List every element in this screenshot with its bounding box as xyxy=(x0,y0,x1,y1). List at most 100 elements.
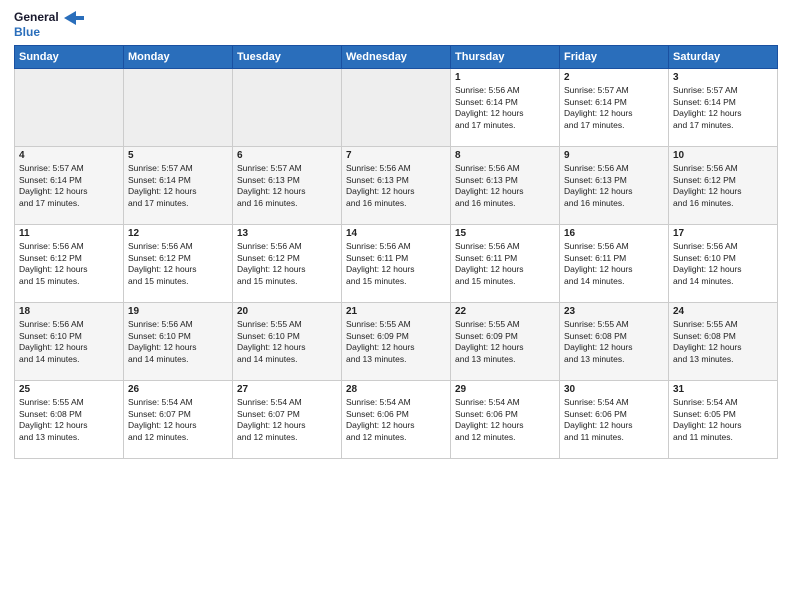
day-info-line: Sunrise: 5:55 AM xyxy=(564,319,664,330)
day-number: 16 xyxy=(564,228,664,239)
day-info-line: Sunset: 6:13 PM xyxy=(455,175,555,186)
day-info-line: Daylight: 12 hours xyxy=(19,186,119,197)
calendar-cell: 22Sunrise: 5:55 AMSunset: 6:09 PMDayligh… xyxy=(451,303,560,381)
day-info-line: and 13 minutes. xyxy=(19,432,119,443)
day-info-line: and 15 minutes. xyxy=(128,276,228,287)
day-info-line: Sunset: 6:07 PM xyxy=(237,409,337,420)
day-info-line: Daylight: 12 hours xyxy=(346,342,446,353)
day-number: 26 xyxy=(128,384,228,395)
day-info-line: and 11 minutes. xyxy=(564,432,664,443)
calendar-cell xyxy=(15,69,124,147)
day-info-line: and 13 minutes. xyxy=(564,354,664,365)
day-info-line: Sunrise: 5:54 AM xyxy=(346,397,446,408)
day-info-line: Daylight: 12 hours xyxy=(128,264,228,275)
day-number: 10 xyxy=(673,150,773,161)
day-number: 17 xyxy=(673,228,773,239)
day-info-line: Sunrise: 5:57 AM xyxy=(673,85,773,96)
day-info-line: and 14 minutes. xyxy=(19,354,119,365)
header-day-friday: Friday xyxy=(560,46,669,69)
day-number: 20 xyxy=(237,306,337,317)
day-info-line: and 15 minutes. xyxy=(346,276,446,287)
header-day-monday: Monday xyxy=(124,46,233,69)
day-info-line: and 13 minutes. xyxy=(673,354,773,365)
day-info-line: Daylight: 12 hours xyxy=(455,186,555,197)
logo-blue: Blue xyxy=(14,25,40,39)
calendar-cell: 24Sunrise: 5:55 AMSunset: 6:08 PMDayligh… xyxy=(669,303,778,381)
day-info-line: Sunset: 6:08 PM xyxy=(673,331,773,342)
day-info-line: and 15 minutes. xyxy=(237,276,337,287)
calendar-header: SundayMondayTuesdayWednesdayThursdayFrid… xyxy=(15,46,778,69)
calendar-cell: 5Sunrise: 5:57 AMSunset: 6:14 PMDaylight… xyxy=(124,147,233,225)
logo-general: General xyxy=(14,10,59,24)
day-info-line: and 12 minutes. xyxy=(237,432,337,443)
calendar-cell: 6Sunrise: 5:57 AMSunset: 6:13 PMDaylight… xyxy=(233,147,342,225)
day-info-line: Sunrise: 5:54 AM xyxy=(128,397,228,408)
calendar-cell: 18Sunrise: 5:56 AMSunset: 6:10 PMDayligh… xyxy=(15,303,124,381)
day-info-line: and 12 minutes. xyxy=(128,432,228,443)
week-row-4: 18Sunrise: 5:56 AMSunset: 6:10 PMDayligh… xyxy=(15,303,778,381)
day-info-line: Sunrise: 5:56 AM xyxy=(455,241,555,252)
calendar-cell: 23Sunrise: 5:55 AMSunset: 6:08 PMDayligh… xyxy=(560,303,669,381)
day-number: 7 xyxy=(346,150,446,161)
day-info-line: and 16 minutes. xyxy=(564,198,664,209)
day-info-line: Sunrise: 5:56 AM xyxy=(128,241,228,252)
day-number: 9 xyxy=(564,150,664,161)
day-info-line: Daylight: 12 hours xyxy=(455,264,555,275)
day-info-line: and 16 minutes. xyxy=(673,198,773,209)
day-info-line: Daylight: 12 hours xyxy=(346,420,446,431)
day-info-line: and 17 minutes. xyxy=(564,120,664,131)
day-info-line: Sunrise: 5:54 AM xyxy=(455,397,555,408)
day-info-line: and 11 minutes. xyxy=(673,432,773,443)
day-info-line: Sunrise: 5:57 AM xyxy=(128,163,228,174)
day-info-line: and 16 minutes. xyxy=(346,198,446,209)
header-day-tuesday: Tuesday xyxy=(233,46,342,69)
calendar-cell: 19Sunrise: 5:56 AMSunset: 6:10 PMDayligh… xyxy=(124,303,233,381)
day-info-line: Sunrise: 5:56 AM xyxy=(564,163,664,174)
day-info-line: Sunset: 6:12 PM xyxy=(673,175,773,186)
calendar-cell: 11Sunrise: 5:56 AMSunset: 6:12 PMDayligh… xyxy=(15,225,124,303)
day-info-line: Sunrise: 5:56 AM xyxy=(346,241,446,252)
day-info-line: Sunset: 6:13 PM xyxy=(346,175,446,186)
day-info-line: and 17 minutes. xyxy=(455,120,555,131)
calendar-cell: 28Sunrise: 5:54 AMSunset: 6:06 PMDayligh… xyxy=(342,381,451,459)
calendar-cell: 12Sunrise: 5:56 AMSunset: 6:12 PMDayligh… xyxy=(124,225,233,303)
day-number: 31 xyxy=(673,384,773,395)
day-info-line: Sunset: 6:14 PM xyxy=(564,97,664,108)
day-info-line: and 14 minutes. xyxy=(237,354,337,365)
calendar-cell: 20Sunrise: 5:55 AMSunset: 6:10 PMDayligh… xyxy=(233,303,342,381)
day-info-line: and 12 minutes. xyxy=(455,432,555,443)
day-info-line: Daylight: 12 hours xyxy=(564,342,664,353)
calendar-cell: 2Sunrise: 5:57 AMSunset: 6:14 PMDaylight… xyxy=(560,69,669,147)
day-info-line: Daylight: 12 hours xyxy=(455,108,555,119)
day-number: 13 xyxy=(237,228,337,239)
day-info-line: and 15 minutes. xyxy=(19,276,119,287)
day-info-line: Sunset: 6:12 PM xyxy=(19,253,119,264)
header-row: SundayMondayTuesdayWednesdayThursdayFrid… xyxy=(15,46,778,69)
day-info-line: Daylight: 12 hours xyxy=(673,264,773,275)
logo: General Blue xyxy=(14,10,84,39)
day-info-line: Sunrise: 5:55 AM xyxy=(237,319,337,330)
calendar-cell: 15Sunrise: 5:56 AMSunset: 6:11 PMDayligh… xyxy=(451,225,560,303)
calendar-cell: 10Sunrise: 5:56 AMSunset: 6:12 PMDayligh… xyxy=(669,147,778,225)
logo-text: General Blue xyxy=(14,10,84,39)
day-info-line: Daylight: 12 hours xyxy=(673,186,773,197)
day-info-line: Daylight: 12 hours xyxy=(128,342,228,353)
calendar-cell xyxy=(342,69,451,147)
header-day-thursday: Thursday xyxy=(451,46,560,69)
day-number: 4 xyxy=(19,150,119,161)
day-info-line: Sunset: 6:10 PM xyxy=(673,253,773,264)
day-info-line: Sunset: 6:08 PM xyxy=(19,409,119,420)
day-info-line: Sunrise: 5:56 AM xyxy=(455,163,555,174)
day-info-line: Sunset: 6:10 PM xyxy=(128,331,228,342)
day-number: 30 xyxy=(564,384,664,395)
calendar-cell xyxy=(124,69,233,147)
calendar-cell: 26Sunrise: 5:54 AMSunset: 6:07 PMDayligh… xyxy=(124,381,233,459)
day-info-line: Sunset: 6:13 PM xyxy=(237,175,337,186)
day-number: 23 xyxy=(564,306,664,317)
day-info-line: Sunrise: 5:55 AM xyxy=(673,319,773,330)
day-info-line: and 17 minutes. xyxy=(19,198,119,209)
calendar-cell: 7Sunrise: 5:56 AMSunset: 6:13 PMDaylight… xyxy=(342,147,451,225)
day-info-line: and 17 minutes. xyxy=(128,198,228,209)
day-info-line: Daylight: 12 hours xyxy=(237,420,337,431)
day-info-line: Sunrise: 5:56 AM xyxy=(455,85,555,96)
